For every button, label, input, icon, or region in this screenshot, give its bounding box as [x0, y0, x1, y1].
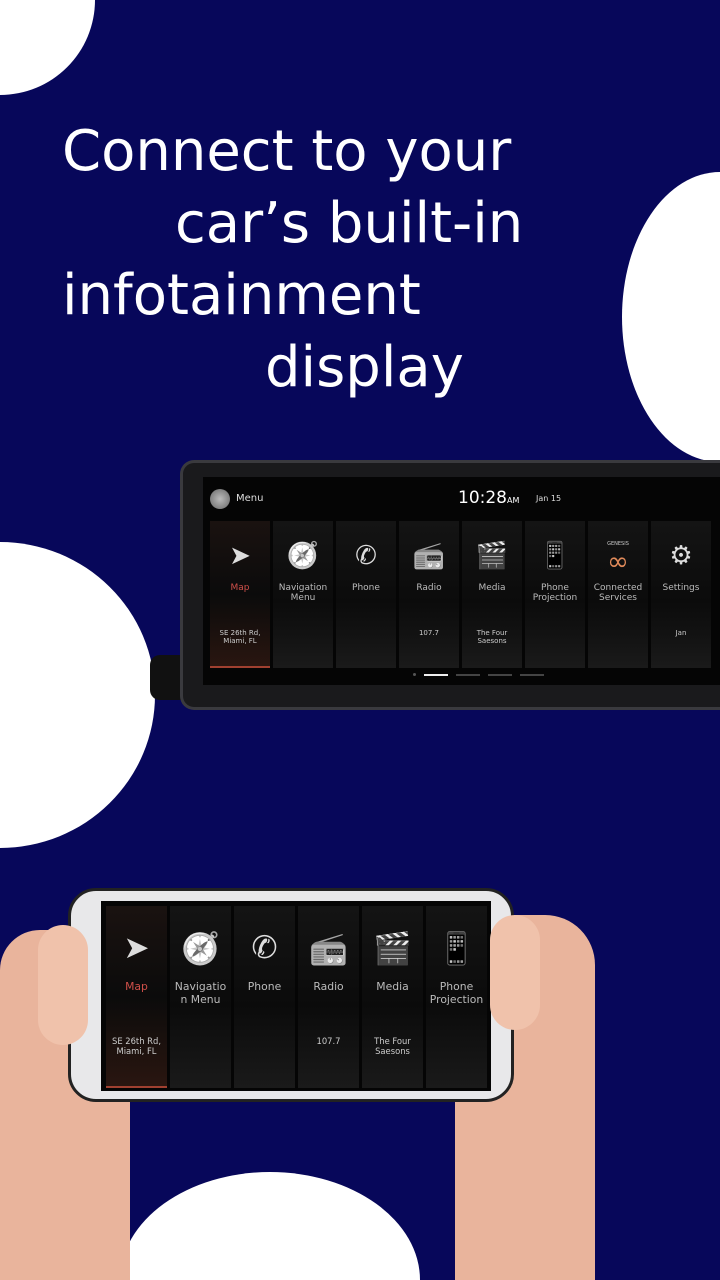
media-clapper-icon: 🎬	[373, 931, 412, 967]
date: Jan 15	[536, 494, 562, 503]
radio-icon: 📻	[412, 541, 446, 571]
decor-circle-bottom	[120, 1172, 420, 1280]
tile-subtitle: SE 26th Rd, Miami, FL	[219, 629, 261, 645]
tile-label: Radio	[416, 583, 442, 593]
tile-map[interactable]: ➤ Map SE 26th Rd, Miami, FL	[106, 906, 167, 1088]
tile-label: Phone Projection	[532, 583, 578, 603]
decor-circle-right	[622, 172, 720, 462]
decor-circle-top-left	[0, 0, 95, 95]
tile-settings[interactable]: ⚙ Settings Jan	[651, 521, 711, 668]
decor-circle-left	[0, 542, 155, 848]
tile-label: Map	[125, 980, 148, 994]
tile-connected-services[interactable]: GENESIS ∞ Connected Services	[588, 521, 648, 668]
tile-label: Navigation Menu	[174, 980, 227, 1007]
tile-navigation-menu[interactable]: 🧭 Navigation Menu	[170, 906, 231, 1088]
map-arrow-icon: ➤	[229, 541, 251, 571]
tile-subtitle: 107.7	[418, 629, 440, 637]
page-indicator[interactable]	[413, 673, 544, 676]
phone-tile-row: ➤ Map SE 26th Rd, Miami, FL 🧭 Navigation Men…	[106, 906, 487, 1088]
car-top-bar: Menu 10:28AM Jan 15	[203, 485, 720, 515]
headline-line-1: Connect to your	[62, 119, 512, 184]
tile-label: Map	[230, 583, 250, 593]
tile-phone[interactable]: ✆ Phone	[336, 521, 396, 668]
left-thumb	[38, 925, 88, 1045]
tile-subtitle: 107.7	[316, 1035, 341, 1046]
media-clapper-icon: 🎬	[475, 541, 509, 571]
headline-line-4: display	[265, 335, 464, 400]
radio-icon: 📻	[309, 931, 348, 967]
compass-icon: 🧭	[181, 931, 220, 967]
tile-radio[interactable]: 📻 Radio 107.7	[399, 521, 459, 668]
tile-navigation-menu[interactable]: 🧭 Navigation Menu	[273, 521, 333, 668]
phone-projection-icon: 📱	[437, 931, 476, 967]
tile-label: Phone Projection	[429, 980, 484, 1007]
compass-icon: 🧭	[286, 541, 320, 571]
page-bar-4[interactable]	[520, 673, 544, 676]
right-thumb	[490, 915, 540, 1030]
headline-line-3: infotainment	[62, 263, 421, 328]
time: 10:28	[458, 488, 507, 508]
tile-subtitle: Jan	[675, 629, 687, 637]
car-tile-row: ➤ Map SE 26th Rd, Miami, FL 🧭 Navigation Men…	[210, 521, 711, 668]
tile-media[interactable]: 🎬 Media The Four Saesons	[362, 906, 423, 1088]
phone: ➤ Map SE 26th Rd, Miami, FL 🧭 Navigation Men…	[68, 888, 514, 1102]
tile-label: Media	[376, 980, 409, 994]
tile-phone[interactable]: ✆ Phone	[234, 906, 295, 1088]
tile-label: Media	[478, 583, 506, 593]
tile-subtitle: The Four Saesons	[374, 1035, 411, 1056]
car-display-screen: Menu 10:28AM Jan 15 ➤ Map SE 26th Rd, Miam…	[203, 477, 720, 685]
page-bar-2[interactable]	[456, 673, 480, 676]
tile-label: Settings	[662, 583, 700, 593]
tile-subtitle: The Four Saesons	[476, 629, 508, 645]
map-arrow-icon: ➤	[123, 930, 150, 966]
page-dot	[413, 673, 416, 676]
menu-button[interactable]: Menu	[236, 493, 263, 504]
ampm: AM	[507, 496, 520, 505]
phone-icon: ✆	[355, 541, 377, 571]
page-bar-3[interactable]	[488, 673, 512, 676]
tile-radio[interactable]: 📻 Radio 107.7	[298, 906, 359, 1088]
tile-label: Phone	[352, 583, 380, 593]
headline-line-2: car’s built-in	[175, 191, 524, 256]
genesis-connected-icon: ∞	[607, 547, 629, 577]
tile-phone-projection[interactable]: 📱 Phone Projection	[525, 521, 585, 668]
phone-projection-icon: 📱	[538, 541, 572, 571]
tile-map[interactable]: ➤ Map SE 26th Rd, Miami, FL	[210, 521, 270, 668]
tile-label: Phone	[247, 980, 282, 994]
tile-label: Radio	[313, 980, 344, 994]
tile-label: Connected Services	[593, 583, 643, 603]
car-display: Menu 10:28AM Jan 15 ➤ Map SE 26th Rd, Miam…	[180, 460, 720, 710]
tile-phone-projection[interactable]: 📱 Phone Projection	[426, 906, 487, 1088]
clock: 10:28AM	[458, 488, 519, 508]
tile-label: Navigation Menu	[278, 583, 328, 603]
tile-subtitle: SE 26th Rd, Miami, FL	[112, 1035, 161, 1056]
avatar[interactable]	[210, 489, 230, 509]
phone-icon: ✆	[251, 930, 278, 966]
page-bar-1[interactable]	[424, 673, 448, 676]
phone-screen: ➤ Map SE 26th Rd, Miami, FL 🧭 Navigation Men…	[101, 901, 491, 1091]
settings-gear-icon: ⚙	[669, 541, 693, 571]
tile-media[interactable]: 🎬 Media The Four Saesons	[462, 521, 522, 668]
